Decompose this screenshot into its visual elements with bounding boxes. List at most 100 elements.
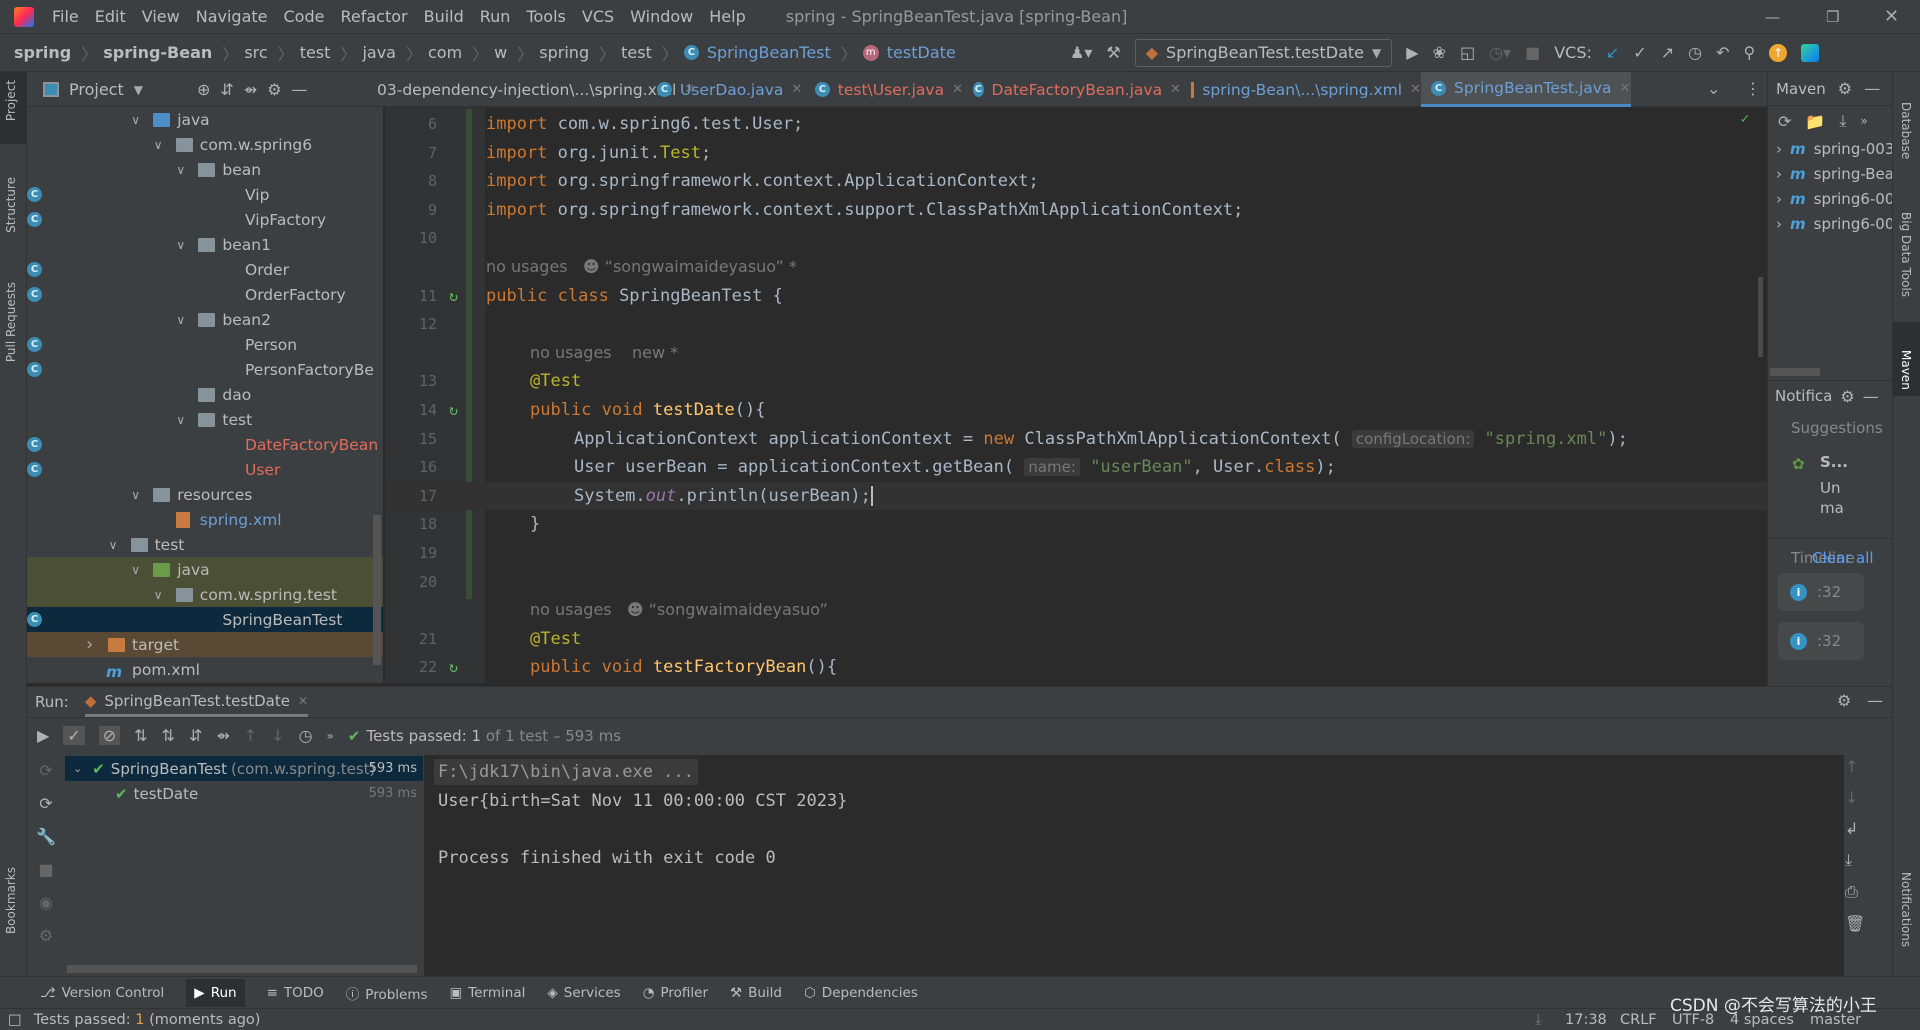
chevron-down-icon[interactable]: ∨ (154, 588, 163, 602)
build-hammer-icon[interactable]: ⚒ (1106, 43, 1120, 62)
tool-window-run[interactable]: ▶ Run (186, 978, 245, 1007)
show-passed-icon[interactable]: ✓ (63, 726, 85, 745)
gear-icon[interactable]: ⚙ (1840, 387, 1854, 406)
tree-item[interactable]: ∨ test (27, 532, 383, 557)
breadcrumb-item[interactable]: test (621, 43, 652, 62)
run-test-gutter-icon[interactable]: ↻ (449, 653, 458, 681)
code-text[interactable]: } (530, 510, 540, 538)
tool-window-dependencies[interactable]: ⬡ Dependencies (804, 985, 918, 1001)
close-window-button[interactable]: ✕ (1884, 6, 1899, 27)
tool-window-version-control[interactable]: ⎇ Version Control (40, 985, 164, 1001)
tree-item[interactable]: C Vip (27, 182, 383, 207)
menu-code[interactable]: Code (284, 7, 325, 26)
menu-vcs[interactable]: VCS (582, 7, 614, 26)
tree-item[interactable]: ∨ bean (27, 157, 383, 182)
expand-arrow[interactable]: ⌄ (73, 762, 82, 775)
breadcrumb-item[interactable]: w (494, 43, 507, 62)
chevron-down-icon[interactable]: ∨ (176, 238, 185, 252)
close-tab-icon[interactable]: ✕ (1410, 82, 1421, 97)
code-vision-hint[interactable]: no usages ☻ “songwaimaideyasuo” * (486, 257, 797, 276)
more-icon[interactable]: » (1860, 114, 1867, 128)
run-test-gutter-icon[interactable]: ↻ (449, 396, 458, 424)
hide-icon[interactable]: — (1864, 79, 1880, 98)
code-text[interactable]: import com.w.spring6.test.User; (486, 110, 803, 138)
code-text[interactable]: @Test (530, 367, 581, 395)
tool-window-terminal[interactable]: ▣ Terminal (450, 985, 526, 1001)
project-scrollbar[interactable] (373, 515, 381, 665)
menu-navigate[interactable]: Navigate (196, 7, 268, 26)
sort-duration-icon[interactable]: ⇅ (162, 726, 175, 745)
maven-scrollbar[interactable] (1770, 368, 1820, 376)
menu-view[interactable]: View (142, 7, 180, 26)
locate-icon[interactable]: ⊕ (197, 80, 210, 99)
line-separator[interactable]: CRLF (1620, 1012, 1657, 1028)
tree-item[interactable]: C SpringBeanTest (27, 607, 383, 632)
tree-item[interactable]: ∨ com.w.spring.test (27, 582, 383, 607)
down-icon[interactable]: ↓ (1845, 788, 1865, 807)
expand-all-icon[interactable]: ⇵ (220, 80, 233, 99)
code-text[interactable]: ApplicationContext applicationContext = … (574, 425, 1628, 453)
run-icon[interactable]: ▶ (1406, 43, 1418, 62)
close-tab-icon[interactable]: ✕ (1170, 82, 1181, 97)
code-text[interactable]: import org.junit.Test; (486, 139, 711, 167)
previous-icon[interactable]: ↑ (244, 726, 257, 745)
profile-icon[interactable]: ◷▾ (1489, 43, 1511, 62)
debug-icon[interactable]: ❀ (1433, 43, 1446, 62)
gear-icon[interactable]: ⚙ (1838, 79, 1852, 98)
breadcrumb-item[interactable]: spring-Bean (103, 43, 212, 62)
run-config-select[interactable]: ◆ SpringBeanTest.testDate ▼ (1134, 38, 1393, 67)
test-row[interactable]: ✔ testDate 593 ms (65, 781, 423, 806)
gear-icon[interactable]: ⚙ (267, 80, 281, 99)
close-tab-icon[interactable]: ✕ (791, 82, 802, 97)
settings-icon[interactable]: ⚙ (39, 926, 53, 945)
code-vision-hint[interactable]: no usages new * (530, 343, 678, 362)
pull-requests-tool-button[interactable]: Pull Requests (4, 282, 18, 362)
collapse-all-icon[interactable]: ⇴ (216, 726, 229, 745)
tree-item[interactable]: › target (27, 632, 383, 657)
code-text[interactable]: no usages ☻ “songwaimaideyasuo” * (486, 253, 797, 281)
tree-item[interactable]: C OrderFactory (27, 282, 383, 307)
tree-item[interactable]: ∨ java (27, 557, 383, 582)
chevron-down-icon[interactable]: ∨ (176, 313, 185, 327)
tree-item[interactable]: ∨ bean2 (27, 307, 383, 332)
tree-item[interactable]: C VipFactory (27, 207, 383, 232)
big-data-tools-button[interactable]: Big Data Tools (1899, 212, 1913, 297)
tree-item[interactable]: m pom.xml (27, 657, 383, 682)
chevron-down-icon[interactable]: ∨ (131, 488, 140, 502)
stop-icon[interactable]: ■ (1525, 43, 1540, 62)
generate-sources-icon[interactable]: 📁 (1805, 112, 1825, 131)
chevron-down-icon[interactable]: ∨ (109, 538, 118, 552)
tool-window-todo[interactable]: ≡ TODO (267, 985, 324, 1001)
editor-tab[interactable]: C DateFactoryBean.java ✕ (963, 72, 1181, 107)
more-icon[interactable]: ⋮ (1745, 79, 1761, 98)
status-message[interactable]: Tests passed: 1 (moments ago) (34, 1012, 261, 1028)
code-text[interactable]: import org.springframework.context.Appli… (486, 167, 1039, 195)
tree-item[interactable]: dao (27, 382, 383, 407)
restore-button[interactable]: ❐ (1826, 8, 1839, 26)
notification-entry[interactable]: i :32 (1778, 622, 1864, 660)
chevron-down-icon[interactable]: ∨ (131, 113, 140, 127)
coverage-icon[interactable]: ◱ (1460, 43, 1475, 62)
notifications-tool-button[interactable]: Notifications (1899, 872, 1913, 947)
code-editor[interactable]: 6 import com.w.spring6.test.User; 7 import … (385, 107, 1767, 683)
chevron-right-icon[interactable]: › (1776, 215, 1782, 233)
console-output[interactable]: F:\jdk17\bin\java.exe ... User{birth=Sat … (424, 755, 1844, 977)
maven-project[interactable]: › m spring6-00 (1768, 186, 1892, 211)
minimize-button[interactable]: — (1765, 8, 1780, 26)
breadcrumb-item[interactable]: testDate (887, 43, 956, 62)
code-text[interactable]: public void testFactoryBean(){ (530, 653, 837, 681)
tree-item[interactable]: ∨ bean1 (27, 232, 383, 257)
bookmarks-tool-button[interactable]: Bookmarks (4, 867, 18, 934)
user-icon[interactable]: ♟▾ (1070, 43, 1092, 62)
rerun-failed-icon[interactable]: ⟳ (39, 761, 52, 780)
history-icon[interactable]: ◷ (299, 726, 313, 745)
chevron-down-icon[interactable]: ∨ (154, 138, 163, 152)
maven-project[interactable]: › m spring6-00 (1768, 211, 1892, 236)
chevron-down-icon[interactable]: ▼ (134, 83, 143, 97)
code-text[interactable]: User userBean = applicationContext.getBe… (574, 453, 1336, 481)
notification-entry[interactable]: i :32 (1778, 573, 1864, 611)
tree-item[interactable]: ∨ java (27, 107, 383, 132)
editor-tab[interactable]: 03-dependency-injection\...\spring.xml ✕ (377, 72, 695, 107)
menu-file[interactable]: File (52, 7, 79, 26)
chevron-down-icon[interactable]: ∨ (176, 413, 185, 427)
